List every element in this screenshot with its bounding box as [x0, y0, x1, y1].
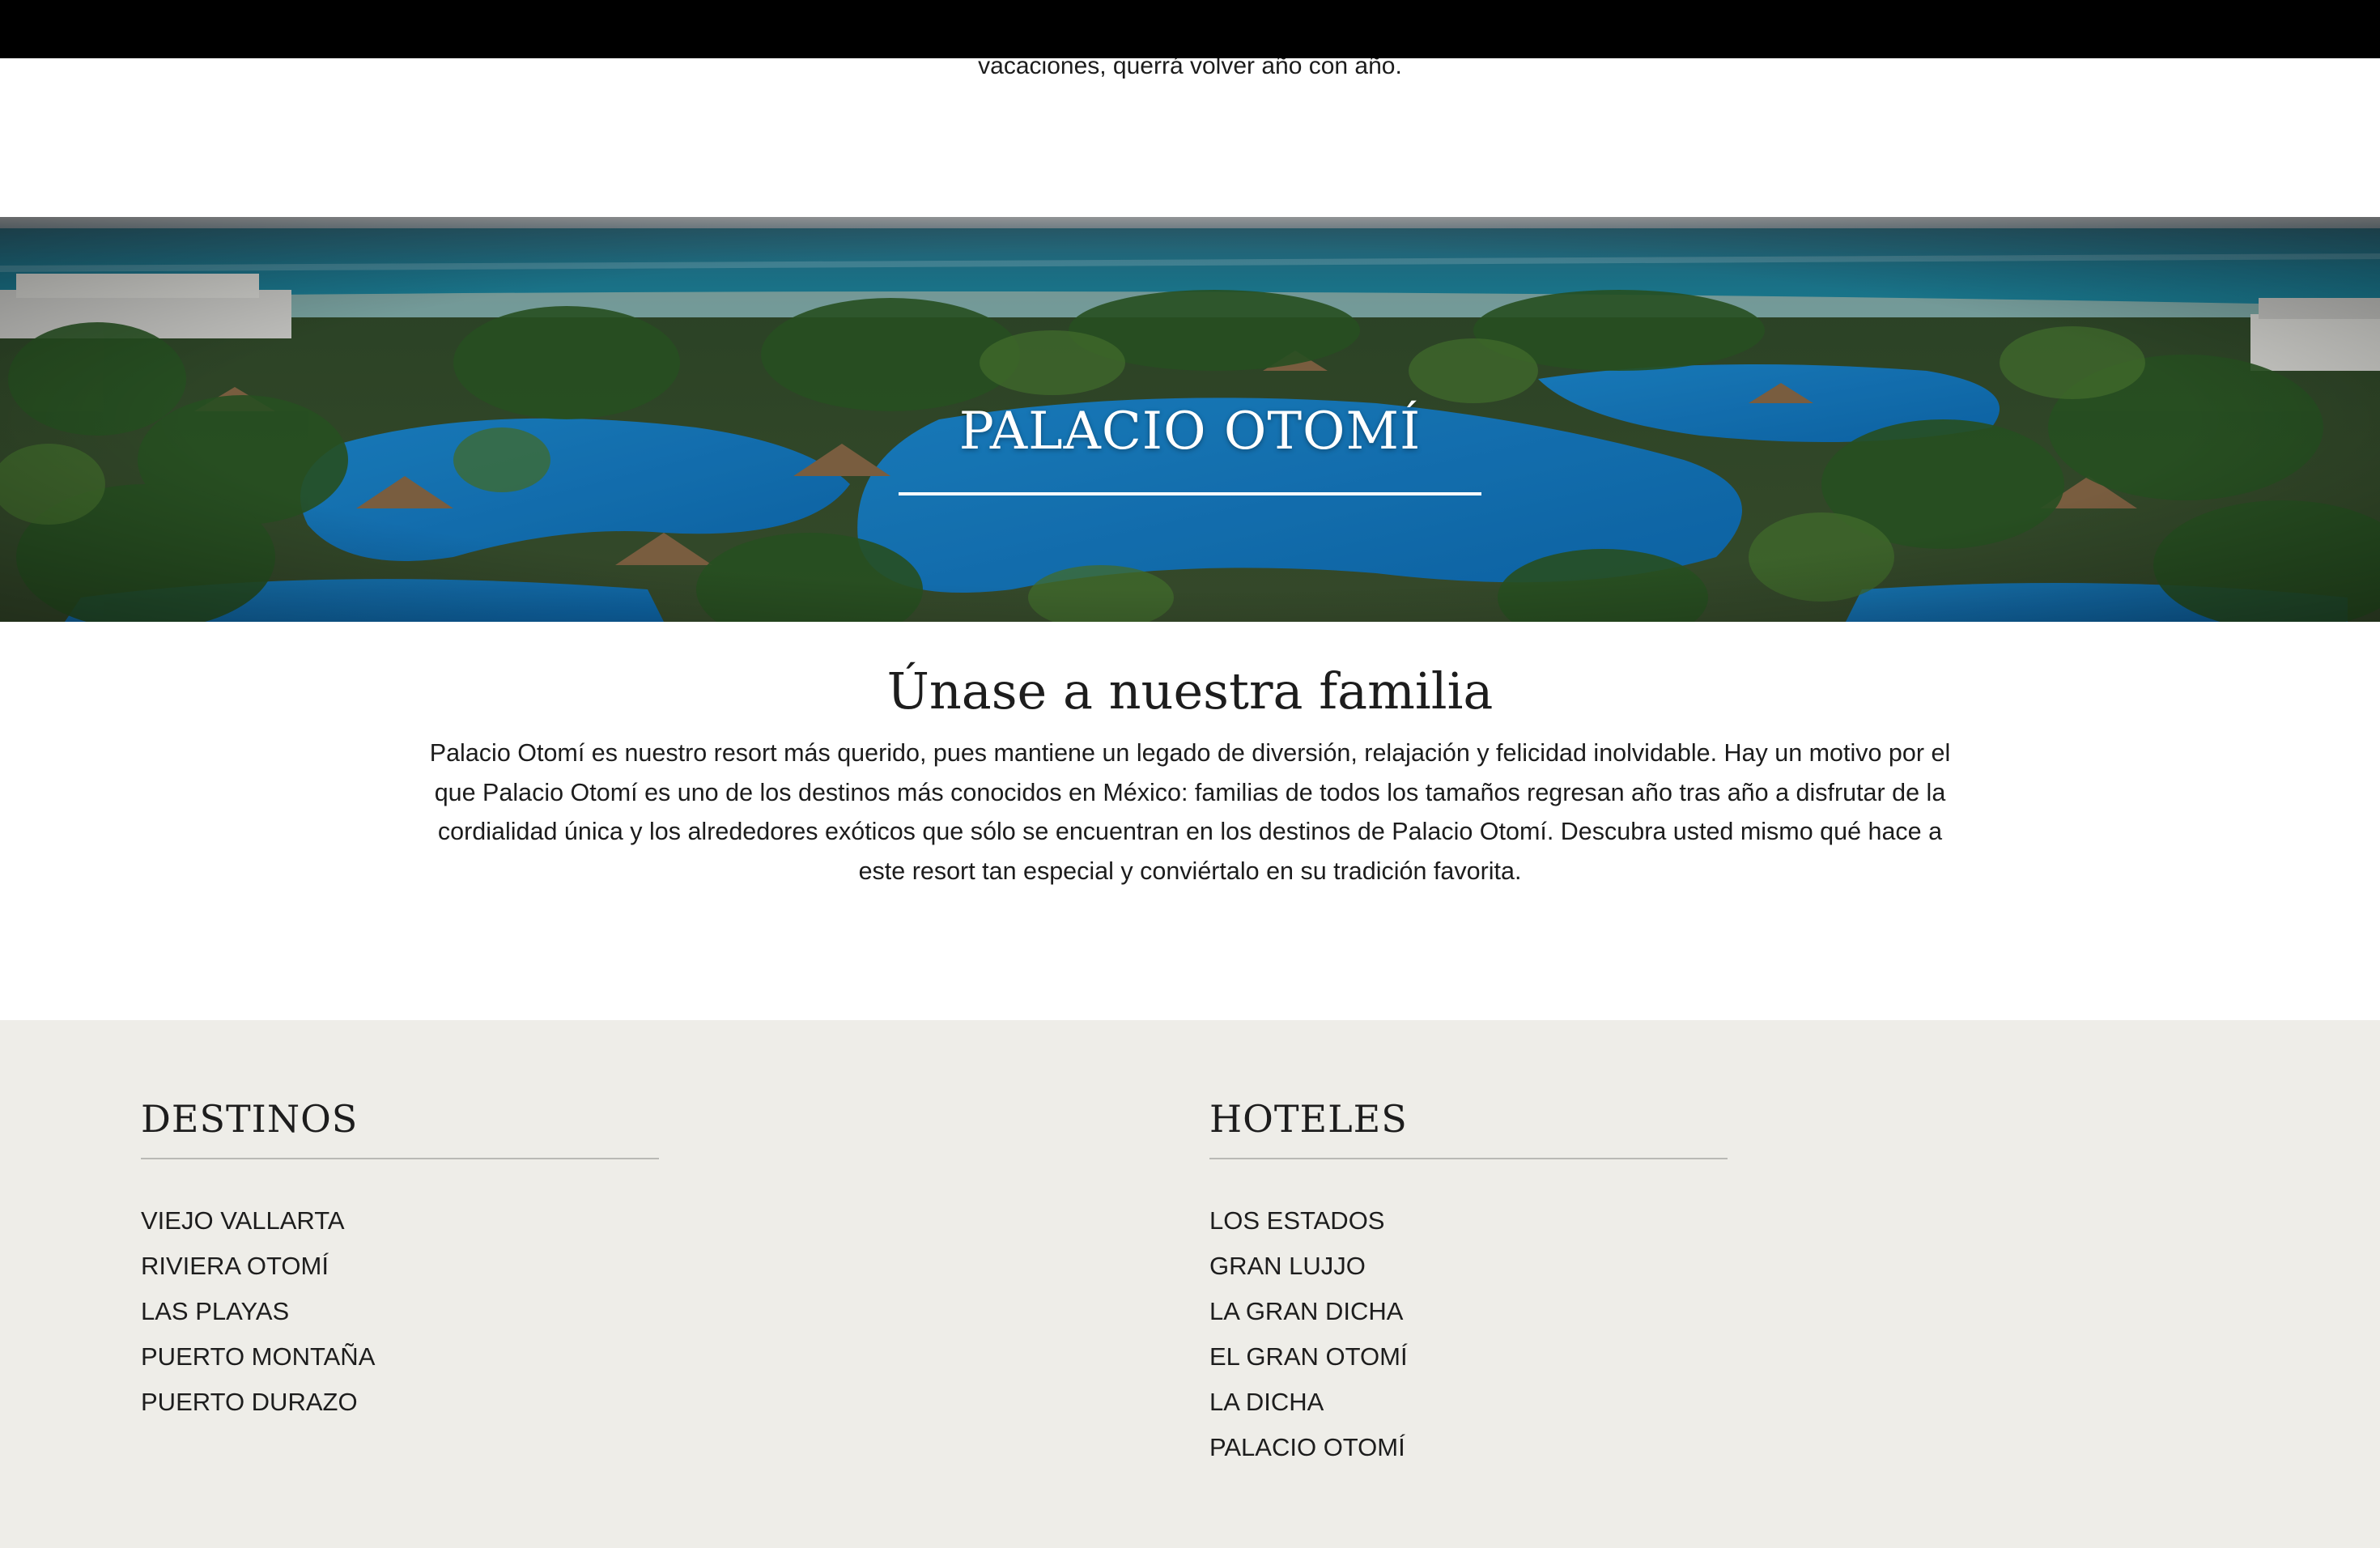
destino-link-las-playas[interactable]: LAS PLAYAS	[141, 1289, 659, 1334]
hotel-link-la-gran-dicha[interactable]: LA GRAN DICHA	[1209, 1289, 1728, 1334]
family-description: Palacio Otomí es nuestro resort más quer…	[429, 739, 1951, 885]
hotel-link-la-dicha[interactable]: LA DICHA	[1209, 1380, 1728, 1425]
hotel-link-palacio-otomi[interactable]: PALACIO OTOMÍ	[1209, 1425, 1728, 1470]
hotel-link-gran-lujjo[interactable]: GRAN LUJJO	[1209, 1244, 1728, 1289]
footer-destinos-column: DESTINOS VIEJO VALLARTA RIVIERA OTOMÍ LA…	[141, 1095, 659, 1425]
destinos-heading: DESTINOS	[141, 1095, 659, 1159]
destino-link-viejo-vallarta[interactable]: VIEJO VALLARTA	[141, 1198, 659, 1244]
hero-title-underline	[899, 492, 1481, 495]
footer: DESTINOS VIEJO VALLARTA RIVIERA OTOMÍ LA…	[0, 1020, 2380, 1548]
hoteles-heading: HOTELES	[1209, 1095, 1728, 1159]
destino-link-puerto-durazo[interactable]: PUERTO DURAZO	[141, 1380, 659, 1425]
hotel-link-el-gran-otomi[interactable]: EL GRAN OTOMÍ	[1209, 1334, 1728, 1380]
hero-title: PALACIO OTOMÍ	[958, 402, 1422, 461]
destinos-list: VIEJO VALLARTA RIVIERA OTOMÍ LAS PLAYAS …	[141, 1198, 659, 1425]
hero-banner: PALACIO OTOMÍ	[0, 217, 2380, 622]
hoteles-list: LOS ESTADOS GRAN LUJJO LA GRAN DICHA EL …	[1209, 1198, 1728, 1470]
family-heading: Únase a nuestra familia	[886, 661, 1494, 721]
footer-hoteles-column: HOTELES LOS ESTADOS GRAN LUJJO LA GRAN D…	[1209, 1095, 1728, 1470]
destino-link-riviera-otomi[interactable]: RIVIERA OTOMÍ	[141, 1244, 659, 1289]
destino-link-puerto-montana[interactable]: PUERTO MONTAÑA	[141, 1334, 659, 1380]
top-bar	[0, 0, 2380, 58]
hotel-link-los-estados[interactable]: LOS ESTADOS	[1209, 1198, 1728, 1244]
family-section: Únase a nuestra familia Palacio Otomí es…	[0, 654, 2380, 891]
